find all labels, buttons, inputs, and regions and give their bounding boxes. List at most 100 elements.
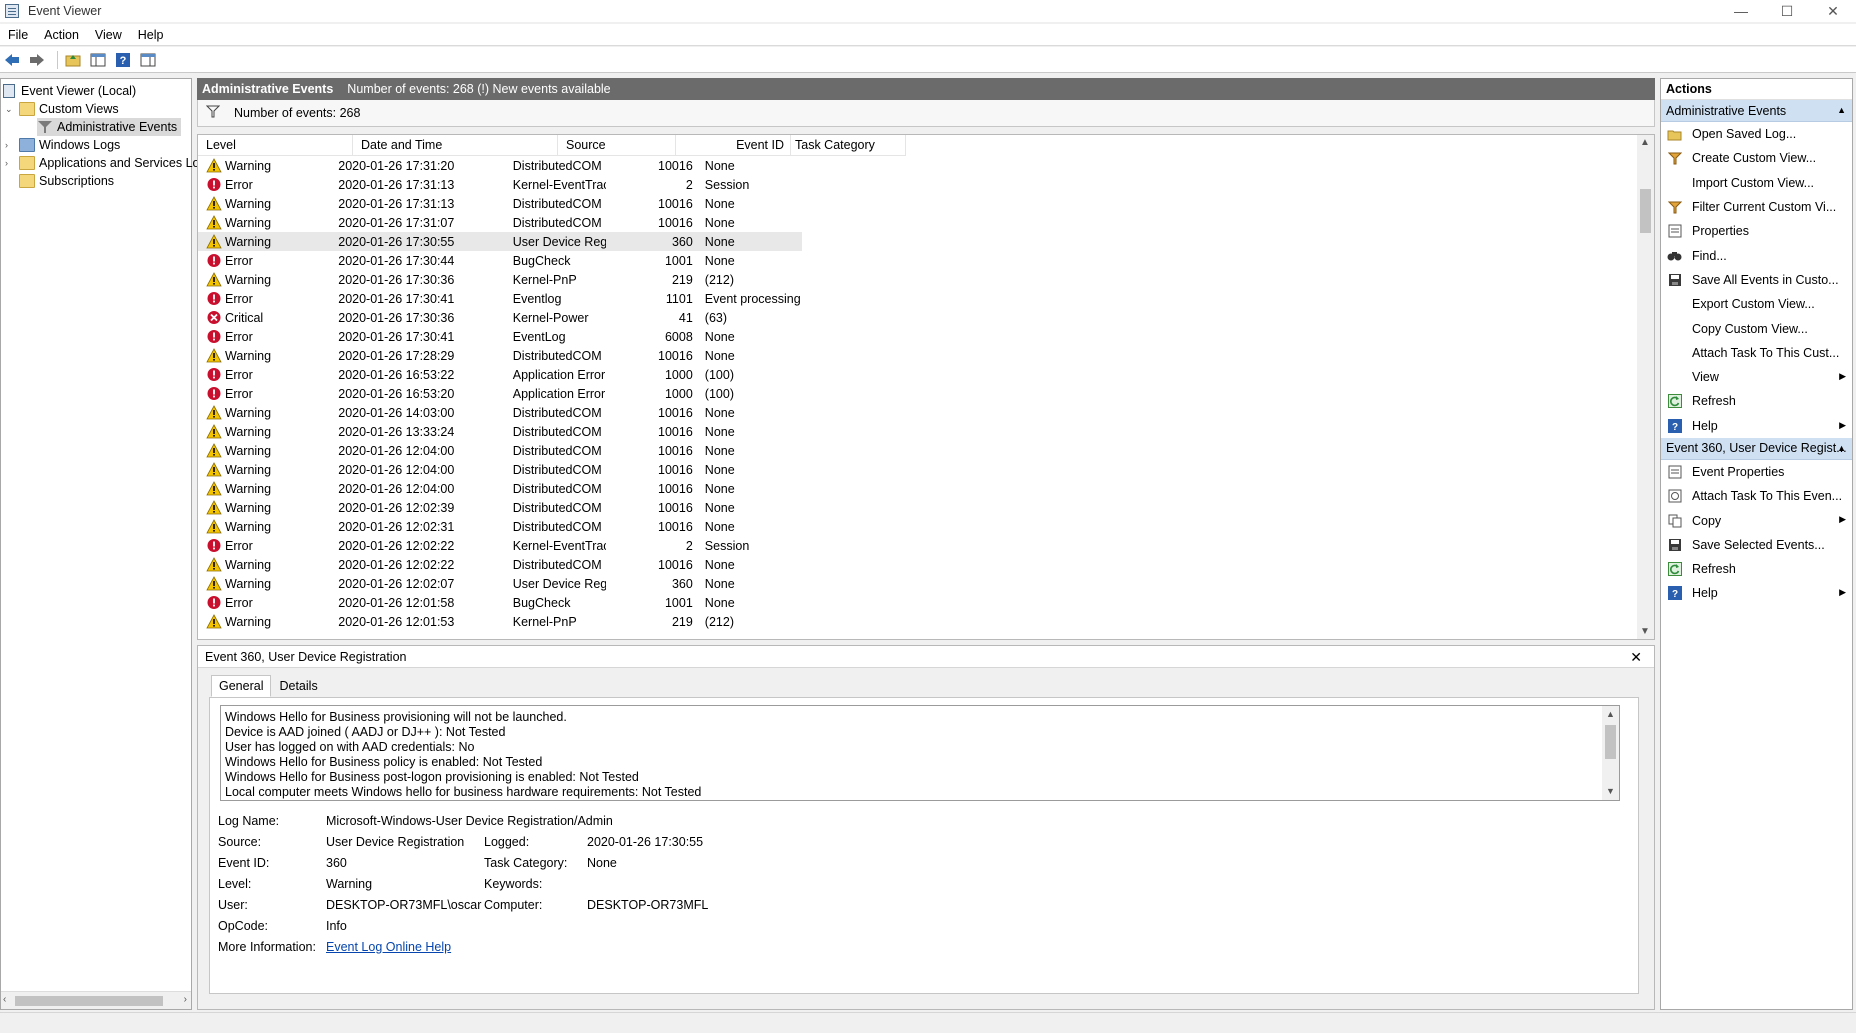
table-row[interactable]: Warning 2020-01-26 17:30:36 Kernel-PnP 219 (… [198, 270, 802, 289]
action-save-all-events-in-custo[interactable]: Save All Events in Custo... [1661, 268, 1852, 292]
table-row[interactable]: Warning 2020-01-26 14:03:00 DistributedCOM… [198, 403, 802, 422]
events-vertical-scrollbar[interactable]: ▲ ▼ [1637, 135, 1654, 639]
action-attach-task-to-this-cust[interactable]: Attach Task To This Cust... [1661, 341, 1852, 365]
description-line: Device is AAD joined ( AADJ or DJ++ ): N… [225, 725, 506, 739]
event-log-online-help-link[interactable]: Event Log Online Help [326, 940, 451, 954]
tree-item-administrative-events[interactable]: Administrative Events [37, 118, 182, 136]
tree-item-windows-logs[interactable]: › Windows Logs [5, 136, 120, 154]
menu-help[interactable]: Help [130, 28, 172, 42]
tree-item-event-viewer-local[interactable]: Event Viewer (Local) [3, 82, 136, 100]
column-header-task-category[interactable]: Task Category [791, 135, 906, 156]
event-description[interactable]: Windows Hello for Business provisioning … [220, 705, 1620, 801]
actions-section-administrative-events[interactable]: Administrative Events ▲ [1661, 100, 1852, 122]
action-export-custom-view[interactable]: Export Custom View... [1661, 292, 1852, 316]
table-row[interactable]: Warning 2020-01-26 12:02:22 DistributedCOM… [198, 555, 802, 574]
tree-item-applications-and-services[interactable]: › Applications and Services Lo [5, 154, 200, 172]
tab-details[interactable]: Details [271, 675, 325, 697]
scroll-down-icon[interactable]: ▼ [1640, 626, 1650, 637]
action-attach-task-to-this-even[interactable]: Attach Task To This Even... [1661, 484, 1852, 508]
actions-section-event[interactable]: Event 360, User Device Regist... ▲ [1661, 437, 1852, 460]
forward-arrow-icon[interactable] [27, 50, 47, 70]
description-scrollbar[interactable]: ▲ ▼ [1602, 706, 1619, 800]
column-header-event-id[interactable]: Event ID [676, 135, 791, 156]
table-row[interactable]: Error 2020-01-26 12:01:58 BugCheck 1001 None [198, 593, 802, 612]
table-row[interactable]: Warning 2020-01-26 17:31:13 DistributedCOM… [198, 194, 802, 213]
column-header-source[interactable]: Source [558, 135, 676, 156]
action-refresh[interactable]: Refresh [1661, 557, 1852, 581]
table-row[interactable]: Warning 2020-01-26 12:02:31 DistributedCOM… [198, 517, 802, 536]
action-import-custom-view[interactable]: Import Custom View... [1661, 171, 1852, 195]
table-row[interactable]: Warning 2020-01-26 17:30:55 User Device Re… [198, 232, 802, 251]
action-filter-current-custom-vi[interactable]: Filter Current Custom Vi... [1661, 195, 1852, 219]
table-row[interactable]: Warning 2020-01-26 12:04:00 DistributedCOM… [198, 479, 802, 498]
expand-chevron-icon[interactable]: › [5, 140, 15, 150]
table-row[interactable]: Error 2020-01-26 17:30:41 Eventlog 1101 Even… [198, 289, 802, 308]
action-open-saved-log[interactable]: Open Saved Log... [1661, 122, 1852, 146]
collapse-caret-icon[interactable]: ▲ [1837, 443, 1846, 453]
table-row[interactable]: Warning 2020-01-26 12:02:07 User Device Re… [198, 574, 802, 593]
column-header-date[interactable]: Date and Time [353, 135, 558, 156]
table-row[interactable]: Warning 2020-01-26 13:33:24 DistributedCOM… [198, 422, 802, 441]
scroll-up-icon[interactable]: ▲ [1640, 137, 1650, 148]
table-row[interactable]: Error 2020-01-26 17:30:41 EventLog 6008 None [198, 327, 802, 346]
action-help[interactable]: ? Help ▶ [1661, 414, 1852, 438]
scroll-left-icon[interactable]: ‹ [3, 994, 6, 1005]
table-row[interactable]: Warning 2020-01-26 17:31:20 DistributedCOM… [198, 156, 802, 175]
scroll-right-icon[interactable]: › [184, 994, 187, 1005]
close-window-button[interactable]: ✕ [1810, 0, 1856, 22]
help-icon[interactable]: ? [113, 50, 133, 70]
scroll-up-icon[interactable]: ▲ [1606, 707, 1615, 722]
event-id-cell: 10016 [658, 196, 693, 211]
table-row[interactable]: Error 2020-01-26 16:53:20 Application Erro… [198, 384, 802, 403]
table-row[interactable]: Warning 2020-01-26 12:01:53 Kernel-PnP 219 (… [198, 612, 802, 631]
show-hide-action-pane-icon[interactable] [138, 50, 158, 70]
table-row[interactable]: Error 2020-01-26 12:02:22 Kernel-EventTrac… [198, 536, 802, 555]
table-row[interactable]: Critical 2020-01-26 17:30:36 Kernel-Power 4… [198, 308, 802, 327]
action-create-custom-view[interactable]: Create Custom View... [1661, 146, 1852, 170]
scrollbar-thumb[interactable] [1640, 189, 1651, 233]
date-cell: 2020-01-26 12:01:53 [338, 614, 455, 629]
column-header-level[interactable]: Level [198, 135, 353, 156]
action-refresh[interactable]: Refresh [1661, 389, 1852, 413]
action-copy-custom-view[interactable]: Copy Custom View... [1661, 316, 1852, 340]
tree-item-custom-views[interactable]: ⌄ Custom Views [5, 100, 119, 118]
close-detail-icon[interactable]: ✕ [1630, 649, 1642, 666]
scrollbar-thumb[interactable] [15, 996, 163, 1006]
menu-file[interactable]: File [0, 28, 36, 42]
action-view[interactable]: View ▶ [1661, 365, 1852, 389]
table-row[interactable]: Warning 2020-01-26 12:02:39 DistributedCOM… [198, 498, 802, 517]
event-id-cell: 6008 [664, 329, 693, 344]
tree-horizontal-scrollbar[interactable]: ‹ › [1, 991, 191, 1009]
show-hide-tree-icon[interactable] [88, 50, 108, 70]
warning-icon [206, 272, 222, 287]
up-folder-icon[interactable] [63, 50, 83, 70]
collapse-chevron-icon[interactable]: ⌄ [5, 104, 15, 115]
tree-item-subscriptions[interactable]: Subscriptions [19, 172, 114, 190]
menu-action[interactable]: Action [36, 28, 87, 42]
collapse-caret-icon[interactable]: ▲ [1837, 105, 1846, 115]
table-row[interactable]: Error 2020-01-26 17:31:13 Kernel-EventTrac… [198, 175, 802, 194]
action-properties[interactable]: Properties [1661, 219, 1852, 243]
table-row[interactable]: Warning 2020-01-26 12:04:00 DistributedCOM… [198, 441, 802, 460]
level-cell: Warning [198, 576, 330, 591]
action-copy[interactable]: Copy ▶ [1661, 508, 1852, 532]
table-row[interactable]: Warning 2020-01-26 17:28:29 DistributedCOM… [198, 346, 802, 365]
status-bar [0, 1012, 1856, 1033]
warning-icon [206, 557, 222, 572]
expand-chevron-icon[interactable]: › [5, 158, 15, 168]
tab-general[interactable]: General [211, 675, 272, 697]
scrollbar-thumb[interactable] [1605, 725, 1616, 759]
scroll-down-icon[interactable]: ▼ [1606, 784, 1615, 799]
table-row[interactable]: Warning 2020-01-26 12:04:00 DistributedCOM… [198, 460, 802, 479]
table-row[interactable]: Warning 2020-01-26 17:31:07 DistributedCOM… [198, 213, 802, 232]
table-row[interactable]: Error 2020-01-26 17:30:44 BugCheck 1001 None [198, 251, 802, 270]
minimize-button[interactable]: — [1718, 0, 1764, 22]
action-event-properties[interactable]: Event Properties [1661, 460, 1852, 484]
menu-view[interactable]: View [87, 28, 130, 42]
action-find[interactable]: Find... [1661, 243, 1852, 267]
maximize-button[interactable]: ☐ [1764, 0, 1810, 22]
action-help[interactable]: ? Help ▶ [1661, 581, 1852, 605]
action-save-selected-events[interactable]: Save Selected Events... [1661, 533, 1852, 557]
table-row[interactable]: Error 2020-01-26 16:53:22 Application Erro… [198, 365, 802, 384]
back-arrow-icon[interactable] [2, 50, 22, 70]
